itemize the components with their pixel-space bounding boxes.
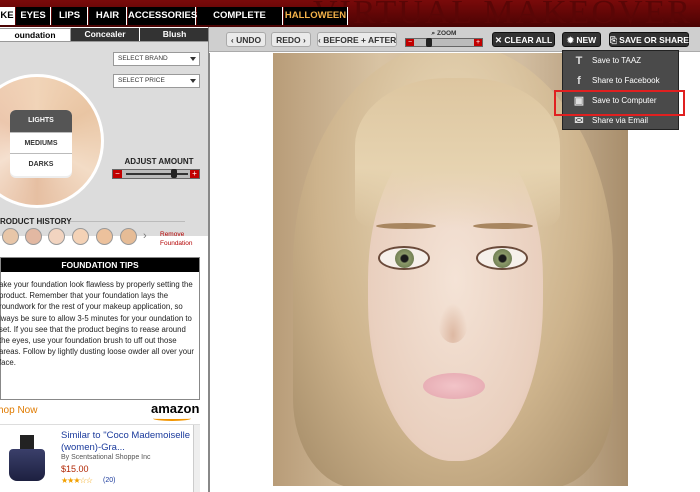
menu-item-save-to-taaz[interactable]: T Save to TAAZ [563,51,680,71]
slider-knob[interactable] [171,169,177,178]
toolbar: ‹ UNDO REDO › ‹ BEFORE + AFTER ⌕ ZOOM − … [209,27,700,52]
chevron-right-icon[interactable]: › [143,230,147,242]
tab-eyes[interactable]: EYES [16,7,51,25]
history-swatch[interactable] [25,228,42,245]
lips [423,373,485,399]
tab-halloween[interactable]: HALLOWEEN [284,7,348,25]
clear-all-button[interactable]: ✕ CLEAR ALL [492,32,555,47]
ad-reviews-link[interactable]: (20) [103,477,115,484]
taaz-icon: T [575,55,583,67]
right-eyebrow [473,223,533,229]
perfume-bottle [9,449,45,481]
right-eye [476,246,528,270]
tips-title: FOUNDATION TIPS [1,258,199,272]
ad-seller: By Scentsational Shoppe Inc [61,454,151,461]
adjust-amount-slider[interactable]: − + [112,169,200,179]
select-price[interactable]: SELECT PRICE [113,74,200,88]
left-eye [378,246,430,270]
tab-complete-looks[interactable]: COMPLETE LOOKS [197,7,283,39]
shade-lights[interactable]: LIGHTS [10,110,72,132]
close-icon: ✕ [494,35,505,45]
save-share-label: SAVE OR SHARE [619,35,689,45]
perfume-cap [20,435,34,449]
history-swatch[interactable] [120,228,137,245]
nose [438,303,468,343]
undo-label: UNDO [236,35,262,45]
envelope-icon: ✉ [574,115,584,127]
plus-icon[interactable]: + [190,170,199,178]
bangs [355,78,560,228]
right-iris [493,249,512,268]
zoom-slider[interactable]: − + [405,38,483,47]
product-history-label: RODUCT HISTORY [0,217,72,226]
history-swatch[interactable] [96,228,113,245]
redo-label: REDO [276,35,301,45]
minus-icon[interactable]: − [113,170,122,178]
slider-track [126,173,188,175]
select-brand[interactable]: SELECT BRAND [113,52,200,66]
shade-darks[interactable]: DARKS [10,154,72,176]
shop-now-label[interactable]: hop Now [0,405,37,416]
zoom-control[interactable]: ⌕ ZOOM − + [405,30,483,49]
before-after-button[interactable]: ‹ BEFORE + AFTER [317,32,397,47]
divider [70,221,185,222]
new-label: NEW [576,35,597,45]
undo-button[interactable]: ‹ UNDO [226,32,266,47]
zoom-label: ZOOM [436,30,457,37]
tab-hair[interactable]: HAIR [89,7,127,25]
subtab-concealer[interactable]: Concealer [71,28,139,41]
left-eyebrow [376,223,436,229]
facebook-icon: f [577,75,581,87]
adjust-amount-label: ADJUST AMOUNT [124,157,194,166]
select-brand-label: SELECT BRAND [118,55,168,62]
tab-lips[interactable]: LIPS [52,7,88,25]
highlight-box [554,90,685,116]
amazon-logo[interactable]: amazon [151,401,199,416]
ad-title[interactable]: Similar to "Coco Mademoiselle (women)-Gr… [61,430,199,454]
menu-item-label: Save to TAAZ [592,56,642,65]
menu-item-label: Share via Email [592,116,649,125]
foundation-tips: FOUNDATION TIPS ake your foundation look… [0,257,200,400]
ad-scrollbar[interactable] [193,425,200,492]
subtab-foundation[interactable]: oundation [0,28,71,41]
before-after-label: BEFORE + AFTER [323,35,397,45]
left-panel: oundation Concealer Blush SELECT BRAND S… [0,27,209,492]
menu-item-share-facebook[interactable]: f Share to Facebook [563,71,680,91]
zoom-out-icon[interactable]: − [406,39,414,46]
share-icon: ⎘ [610,35,620,45]
zoom-in-icon[interactable]: + [474,39,482,46]
amazon-smile-icon [153,416,191,421]
perfume-image[interactable] [9,435,45,483]
save-or-share-button[interactable]: ⎘ SAVE OR SHARE [609,32,689,47]
new-button[interactable]: ✹ NEW [562,32,601,47]
shade-mediums[interactable]: MEDIUMS [10,132,72,154]
chevron-down-icon [190,57,196,61]
remove-foundation-link[interactable]: Remove Foundation [160,230,204,248]
tips-body: ake your foundation look flawless by pro… [0,280,195,368]
zoom-knob[interactable] [426,38,432,47]
sparkle-icon: ✹ [566,35,577,45]
tab-accessories[interactable]: ACCESSORIES [128,7,197,25]
history-swatch[interactable] [48,228,65,245]
subtab-blush[interactable]: Blush [140,28,208,41]
top-nav: VIRTUAL MAKEOVER KE EYES LIPS HAIR ACCES… [0,0,700,39]
ad-price: $15.00 [61,464,89,474]
tab-makeup[interactable]: KE [0,7,15,25]
star-rating-icon: ★★★☆☆ [61,476,93,485]
redo-button[interactable]: REDO › [271,32,311,47]
clear-all-label: CLEAR ALL [504,35,553,45]
chevron-down-icon [190,79,196,83]
chevron-right-icon: › [300,35,306,45]
history-swatch[interactable] [2,228,19,245]
history-swatch[interactable] [72,228,89,245]
left-iris [395,249,414,268]
select-price-label: SELECT PRICE [118,77,165,84]
menu-item-label: Share to Facebook [592,76,660,85]
